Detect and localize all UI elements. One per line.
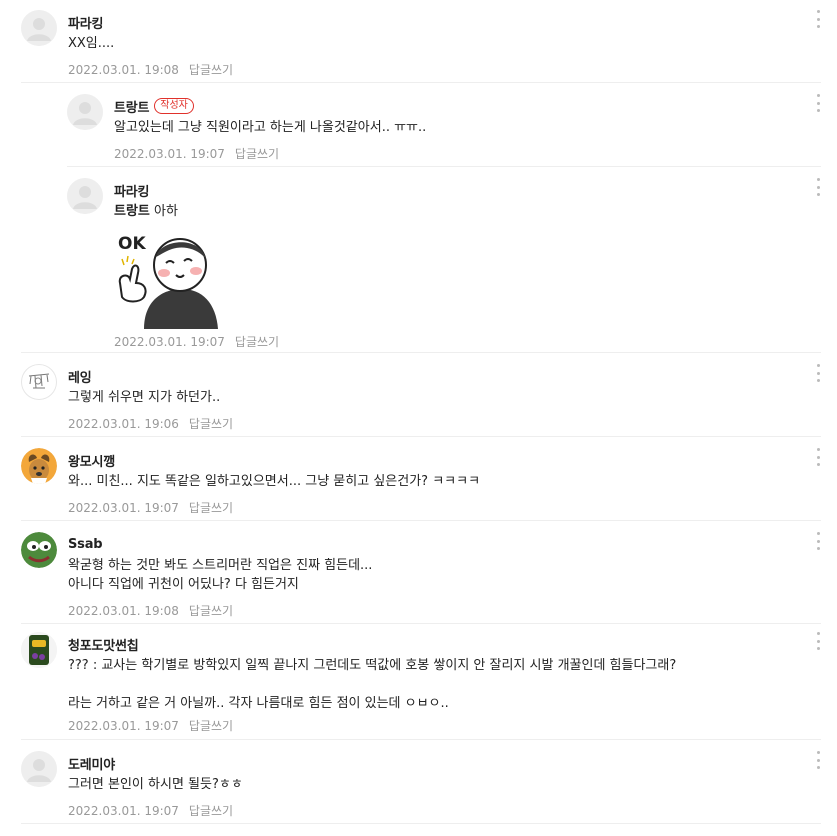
nickname[interactable]: 파라킹 — [114, 181, 149, 200]
more-options-icon[interactable] — [813, 751, 823, 769]
comment-item: Ssab 왁굳형 하는 것만 봐도 스트리머란 직업은 진짜 힘든데... 아니… — [21, 532, 831, 618]
divider — [21, 436, 821, 437]
author-badge: 작성자 — [154, 98, 194, 114]
ok-sticker-icon: OK — [118, 234, 218, 329]
divider — [21, 823, 821, 824]
timestamp: 2022.03.01. 19:07 — [68, 501, 179, 515]
comment-item: 도레미야 그러면 본인이 하시면 될듯?ㅎㅎ 2022.03.01. 19:07… — [21, 751, 831, 818]
divider — [21, 739, 821, 740]
divider — [21, 82, 821, 83]
mention[interactable]: 트랑트 — [114, 204, 150, 219]
timestamp: 2022.03.01. 19:06 — [68, 417, 179, 431]
divider — [21, 352, 821, 353]
more-options-icon[interactable] — [813, 632, 823, 650]
comment-meta: 2022.03.01. 19:07 답글쓰기 — [114, 335, 831, 349]
timestamp: 2022.03.01. 19:07 — [114, 147, 225, 161]
comment-meta: 2022.03.01. 19:07 답글쓰기 — [68, 719, 831, 733]
default-avatar-icon — [67, 94, 103, 130]
comment-text: ??? : 교사는 학기별로 방학있지 일찍 끝나지 그런데도 떡값에 호봉 쌓… — [68, 658, 677, 711]
comment-text: 그러면 본인이 하시면 될듯?ㅎㅎ — [68, 777, 243, 792]
reply-button[interactable]: 답글쓰기 — [189, 63, 233, 77]
comment-text: 트랑트 아하 — [114, 202, 831, 221]
avatar[interactable] — [21, 364, 57, 431]
nickname[interactable]: Ssab — [68, 537, 103, 552]
timestamp: 2022.03.01. 19:08 — [68, 63, 179, 77]
timestamp: 2022.03.01. 19:07 — [114, 335, 225, 349]
divider — [21, 520, 821, 521]
avatar[interactable] — [21, 632, 57, 733]
comment-meta: 2022.03.01. 19:07 답글쓰기 — [114, 147, 831, 161]
timestamp: 2022.03.01. 19:07 — [68, 719, 179, 733]
sketch-avatar-icon — [21, 364, 57, 400]
comment-text-body: 아하 — [154, 204, 178, 219]
divider — [67, 166, 821, 167]
default-avatar-icon — [67, 178, 103, 214]
reply-button[interactable]: 답글쓰기 — [189, 604, 233, 618]
divider — [21, 623, 821, 624]
reply-button[interactable]: 답글쓰기 — [235, 147, 279, 161]
avatar[interactable] — [21, 448, 57, 515]
comment-meta: 2022.03.01. 19:07 답글쓰기 — [68, 804, 831, 818]
comment-text: 왁굳형 하는 것만 봐도 스트리머란 직업은 진짜 힘든데... 아니다 직업에… — [68, 558, 373, 592]
comment-meta: 2022.03.01. 19:07 답글쓰기 — [68, 501, 831, 515]
frog-avatar-icon — [21, 532, 57, 568]
comment-item: 청포도맛썬칩 ??? : 교사는 학기별로 방학있지 일찍 끝나지 그런데도 떡… — [21, 632, 831, 733]
comment-text: XX임.... — [68, 36, 115, 51]
comment-text: 와... 미친... 지도 똑같은 일하고있으면서... 그냥 묻히고 싶은건가… — [68, 474, 481, 489]
reply-item: 트랑트 작성자 알고있는데 그냥 직원이라고 하는게 나올것같아서.. ㅠㅠ..… — [67, 94, 831, 161]
more-options-icon[interactable] — [813, 178, 823, 196]
reply-button[interactable]: 답글쓰기 — [235, 335, 279, 349]
default-avatar-icon — [21, 751, 57, 787]
dog-avatar-icon — [21, 448, 57, 484]
comment-item: 왕모시깽 와... 미친... 지도 똑같은 일하고있으면서... 그냥 묻히고… — [21, 448, 831, 515]
comment-meta: 2022.03.01. 19:08 답글쓰기 — [68, 63, 831, 77]
timestamp: 2022.03.01. 19:08 — [68, 604, 179, 618]
more-options-icon[interactable] — [813, 448, 823, 466]
more-options-icon[interactable] — [813, 532, 823, 550]
avatar[interactable] — [21, 10, 57, 77]
nickname[interactable]: 트랑트 — [114, 97, 149, 116]
nickname[interactable]: 레잉 — [68, 367, 92, 386]
comment-meta: 2022.03.01. 19:06 답글쓰기 — [68, 417, 831, 431]
nickname[interactable]: 왕모시깽 — [68, 451, 115, 470]
comment-meta: 2022.03.01. 19:08 답글쓰기 — [68, 604, 831, 618]
nickname[interactable]: 청포도맛썬칩 — [68, 635, 139, 654]
more-options-icon[interactable] — [813, 364, 823, 382]
snack-avatar-icon — [21, 632, 57, 668]
avatar[interactable] — [67, 178, 103, 349]
nickname[interactable]: 파라킹 — [68, 13, 103, 32]
more-options-icon[interactable] — [813, 94, 823, 112]
nickname[interactable]: 도레미야 — [68, 754, 115, 773]
reply-button[interactable]: 답글쓰기 — [189, 719, 233, 733]
sticker-text: OK — [118, 234, 146, 254]
avatar[interactable] — [21, 751, 57, 818]
comment-item: 파라킹 XX임.... 2022.03.01. 19:08 답글쓰기 — [21, 10, 831, 77]
avatar[interactable] — [67, 94, 103, 161]
reply-button[interactable]: 답글쓰기 — [189, 501, 233, 515]
reply-button[interactable]: 답글쓰기 — [189, 804, 233, 818]
timestamp: 2022.03.01. 19:07 — [68, 804, 179, 818]
more-options-icon[interactable] — [813, 10, 823, 28]
default-avatar-icon — [21, 10, 57, 46]
reply-item: 파라킹 트랑트 아하 OK 2022.03.01. 19:07 답글쓰기 — [67, 178, 831, 349]
avatar[interactable] — [21, 532, 57, 618]
comment-text: 그렇게 쉬우면 지가 하던가.. — [68, 390, 221, 405]
reply-button[interactable]: 답글쓰기 — [189, 417, 233, 431]
comment-item: 레잉 그렇게 쉬우면 지가 하던가.. 2022.03.01. 19:06 답글쓰… — [21, 364, 831, 431]
comment-text: 알고있는데 그냥 직원이라고 하는게 나올것같아서.. ㅠㅠ.. — [114, 120, 427, 135]
